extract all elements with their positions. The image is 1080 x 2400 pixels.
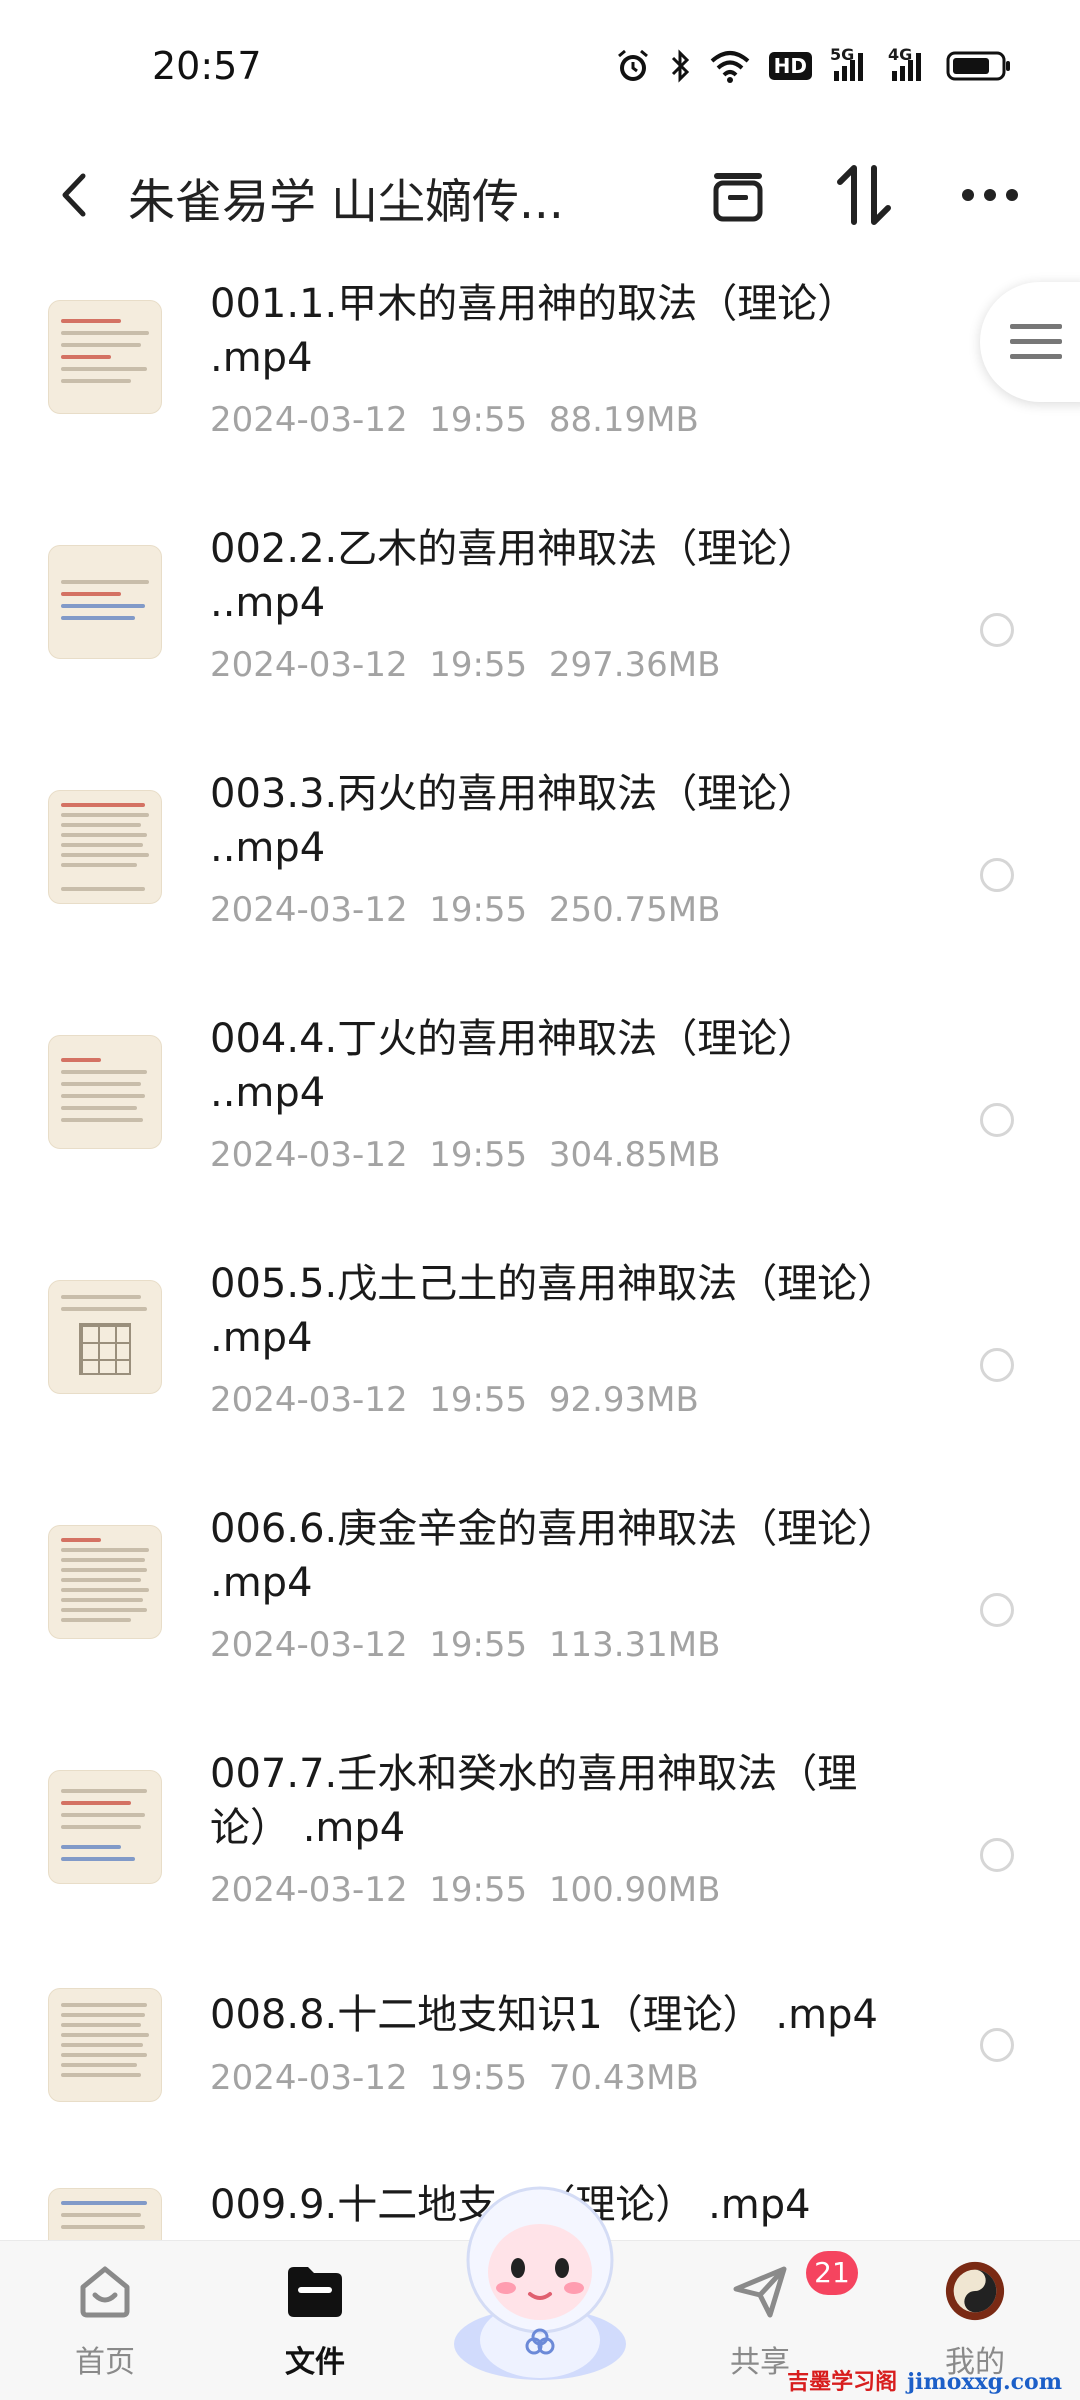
file-meta: 2024-03-12 19:55 100.90MB (210, 1870, 720, 1910)
video-thumbnail (48, 300, 162, 414)
file-meta: 2024-03-12 19:55 113.31MB (210, 1625, 720, 1665)
file-size: 100.90MB (548, 1870, 721, 1910)
net2-label: 4G (888, 45, 913, 64)
file-date: 2024-03-12 19:55 (210, 645, 528, 685)
file-size: 297.36MB (548, 645, 721, 685)
assistant-mascot-button[interactable] (430, 2168, 650, 2388)
file-size: 304.85MB (548, 1135, 721, 1175)
video-thumbnail (48, 1770, 162, 1884)
file-size: 92.93MB (548, 1380, 699, 1420)
select-radio[interactable] (980, 1593, 1014, 1627)
file-name: 005.5.戊土己土的喜用神取法（理论） .mp4 (210, 1261, 898, 1361)
status-time: 20:57 (152, 44, 262, 88)
back-button[interactable] (44, 155, 104, 235)
file-date: 2024-03-12 19:55 (210, 2058, 528, 2098)
file-date: 2024-03-12 19:55 (210, 1380, 528, 1420)
file-name: 003.3.丙火的喜用神取法（理论） ..mp4 (210, 771, 818, 871)
select-radio[interactable] (980, 858, 1014, 892)
file-meta: 2024-03-12 19:55 88.19MB (210, 400, 699, 440)
video-thumbnail (48, 1280, 162, 1394)
more-button[interactable] (950, 155, 1030, 235)
video-thumbnail (48, 2188, 162, 2240)
status-bar: 20:57 HD 5G 4G (0, 0, 1080, 135)
list-item[interactable]: 003.3.丙火的喜用神取法（理论） ..mp4 2024-03-12 19:5… (0, 745, 1080, 990)
wifi-icon (709, 49, 751, 83)
signal-5g-icon: 5G (830, 45, 870, 83)
file-meta: 2024-03-12 19:55 250.75MB (210, 890, 720, 930)
video-thumbnail (48, 1988, 162, 2102)
list-item[interactable]: 004.4.丁火的喜用神取法（理论） ..mp4 2024-03-12 19:5… (0, 990, 1080, 1235)
select-radio[interactable] (980, 1348, 1014, 1382)
signal-4g-icon: 4G (888, 45, 928, 83)
folder-icon (283, 2259, 347, 2323)
file-meta: 2024-03-12 19:55 92.93MB (210, 1380, 699, 1420)
file-meta: 2024-03-12 19:55 304.85MB (210, 1135, 720, 1175)
mascot-icon (454, 2186, 626, 2380)
file-size: 88.19MB (548, 400, 699, 440)
list-item[interactable]: 007.7.壬水和癸水的喜用神取法（理论） .mp4 2024-03-12 19… (0, 1725, 1080, 1970)
hd-icon: HD (768, 52, 812, 80)
share-badge: 21 (806, 2251, 858, 2295)
back-icon (62, 173, 86, 217)
tab-home[interactable]: 首页 (35, 2259, 175, 2399)
share-icon: 21 (728, 2251, 858, 2323)
file-date: 2024-03-12 19:55 (210, 1870, 528, 1910)
multi-select-icon (713, 173, 763, 222)
sort-icon (837, 165, 891, 225)
watermark: 吉墨学习阁 jimoxxg.com (787, 2364, 1062, 2396)
file-meta: 2024-03-12 19:55 70.43MB (210, 2058, 699, 2098)
sort-button[interactable] (824, 155, 904, 235)
more-icon (962, 189, 1018, 201)
tab-share-label: 共享 (730, 2345, 790, 2380)
file-date: 2024-03-12 19:55 (210, 400, 528, 440)
file-name: 002.2.乙木的喜用神取法（理论） ..mp4 (210, 526, 818, 626)
list-item[interactable]: 005.5.戊土己土的喜用神取法（理论） .mp4 2024-03-12 19:… (0, 1235, 1080, 1480)
select-radio[interactable] (980, 613, 1014, 647)
list-item[interactable]: 006.6.庚金辛金的喜用神取法（理论） .mp4 2024-03-12 19:… (0, 1480, 1080, 1725)
home-icon (73, 2259, 137, 2323)
watermark-cn: 吉墨学习阁 (787, 2370, 898, 2395)
file-name: 006.6.庚金辛金的喜用神取法（理论） .mp4 (210, 1506, 898, 1606)
file-size: 70.43MB (548, 2058, 699, 2098)
file-name: 004.4.丁火的喜用神取法（理论） ..mp4 (210, 1016, 818, 1116)
file-date: 2024-03-12 19:55 (210, 1135, 528, 1175)
video-thumbnail (48, 1035, 162, 1149)
file-size: 113.31MB (548, 1625, 721, 1665)
avatar-icon (943, 2259, 1007, 2323)
multi-select-button[interactable] (698, 155, 778, 235)
bluetooth-icon (669, 48, 691, 84)
tab-home-label: 首页 (75, 2345, 135, 2380)
select-radio[interactable] (980, 1103, 1014, 1137)
file-size: 250.75MB (548, 890, 721, 930)
tab-files-label: 文件 (285, 2345, 345, 2380)
file-date: 2024-03-12 19:55 (210, 890, 528, 930)
watermark-en: jimoxxg.com (907, 2369, 1062, 2395)
video-thumbnail (48, 790, 162, 904)
net1-label: 5G (830, 45, 855, 64)
file-meta: 2024-03-12 19:55 297.36MB (210, 645, 720, 685)
select-radio[interactable] (980, 1838, 1014, 1872)
file-name: 007.7.壬水和癸水的喜用神取法（理论） .mp4 (210, 1751, 858, 1851)
status-icons: HD 5G 4G (615, 45, 1012, 86)
header: 朱雀易学 山尘嫡传... (0, 135, 1080, 255)
tab-files[interactable]: 文件 (245, 2259, 385, 2399)
page-title: 朱雀易学 山尘嫡传... (128, 175, 564, 230)
select-radio[interactable] (980, 2028, 1014, 2062)
video-thumbnail (48, 545, 162, 659)
list-item[interactable]: 002.2.乙木的喜用神取法（理论） ..mp4 2024-03-12 19:5… (0, 500, 1080, 745)
file-name: 008.8.十二地支知识1（理论） .mp4 (210, 1992, 878, 2038)
alarm-icon (615, 48, 651, 84)
battery-icon (946, 50, 1012, 82)
list-item[interactable]: 001.1.甲木的喜用神的取法（理论） .mp4 2024-03-12 19:5… (0, 255, 1080, 500)
file-name: 001.1.甲木的喜用神的取法（理论） .mp4 (210, 281, 858, 381)
file-date: 2024-03-12 19:55 (210, 1625, 528, 1665)
hd-label: HD (768, 52, 812, 80)
list-item[interactable]: 008.8.十二地支知识1（理论） .mp4 2024-03-12 19:55 … (0, 1970, 1080, 2160)
video-thumbnail (48, 1525, 162, 1639)
